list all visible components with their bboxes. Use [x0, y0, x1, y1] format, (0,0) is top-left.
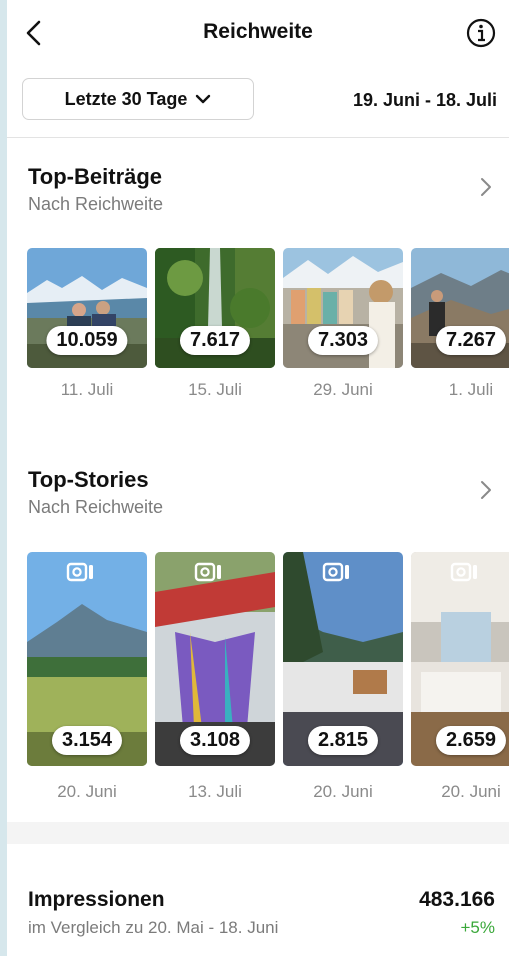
video-camera-icon [66, 562, 93, 582]
top-posts-subtitle: Nach Reichweite [28, 194, 164, 214]
impressions-change: +5% [460, 918, 496, 937]
post-date: 29. Juni [313, 380, 373, 399]
video-camera-icon [194, 562, 221, 582]
post-date: 11. Juli [60, 380, 114, 399]
impressions-value: 483.166 [419, 888, 495, 911]
story-date: 20. Juni [313, 782, 373, 801]
chevron-right-icon[interactable] [479, 176, 493, 198]
story-date: 20. Juni [57, 782, 117, 801]
top-bar: Reichweite [7, 0, 509, 66]
reach-value: 2.815 [307, 726, 379, 755]
reach-value: 7.617 [179, 326, 251, 355]
story-date: 20. Juni [441, 782, 501, 801]
page-title: Reichweite [203, 20, 313, 43]
date-range-dropdown-label: Letzte 30 Tage [64, 88, 188, 109]
video-camera-icon [322, 562, 349, 582]
section-separator [7, 822, 509, 844]
info-icon[interactable] [465, 17, 497, 49]
video-camera-icon [450, 562, 477, 582]
reach-value: 10.059 [46, 326, 128, 355]
story-date: 13. Juli [188, 782, 242, 801]
reach-screen: Reichweite Letzte 30 Tage 19. Juni - 18.… [7, 0, 509, 956]
date-range-dropdown[interactable]: Letzte 30 Tage [22, 78, 254, 120]
date-range-text: 19. Juni - 18. Juli [352, 90, 497, 110]
top-stories-title: Top-Stories [28, 467, 149, 492]
reach-value: 3.108 [179, 726, 251, 755]
divider [7, 137, 509, 138]
reach-value: 7.267 [435, 326, 507, 355]
reach-value: 7.303 [307, 326, 379, 355]
chevron-right-icon[interactable] [479, 479, 493, 501]
impressions-comparison: im Vergleich zu 20. Mai - 18. Juni [28, 918, 279, 937]
reach-value: 2.659 [435, 726, 507, 755]
chevron-down-icon [196, 94, 211, 104]
reach-value: 3.154 [51, 726, 123, 755]
top-posts-title: Top-Beiträge [28, 164, 163, 189]
post-date: 1. Juli [448, 380, 494, 399]
top-stories-subtitle: Nach Reichweite [28, 497, 164, 517]
post-date: 15. Juli [188, 380, 242, 399]
impressions-title: Impressionen [28, 888, 165, 911]
